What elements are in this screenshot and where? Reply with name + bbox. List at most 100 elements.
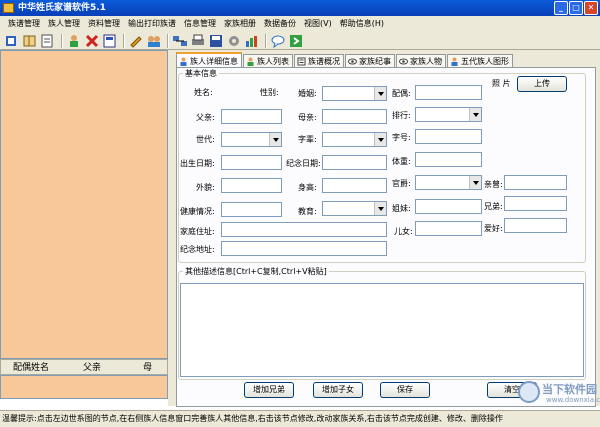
- menu-help[interactable]: 帮助信息(H): [336, 16, 388, 32]
- chevron-down-icon[interactable]: [374, 133, 386, 146]
- settings-icon[interactable]: [226, 34, 242, 48]
- education-label: 教育:: [298, 207, 317, 216]
- tab-member-details[interactable]: 族人详细信息: [176, 52, 242, 68]
- family-tree-panel[interactable]: [0, 50, 168, 359]
- menu-data[interactable]: 资料管理: [84, 16, 124, 32]
- upload-button[interactable]: 上传: [517, 76, 567, 92]
- official-rank-select[interactable]: [415, 175, 482, 190]
- eye-icon: [348, 58, 357, 65]
- health-input[interactable]: [221, 202, 282, 217]
- column-father[interactable]: 父亲: [49, 360, 101, 374]
- add-brother-label: 增加兄弟: [253, 385, 285, 394]
- save-button[interactable]: 保存: [380, 382, 430, 398]
- marriage-select[interactable]: [322, 86, 387, 101]
- add-child-button[interactable]: 增加子女: [313, 382, 363, 398]
- watermark-url: www.downxia.com: [546, 396, 600, 404]
- chevron-down-icon[interactable]: [374, 202, 386, 215]
- maximize-button[interactable]: □: [569, 1, 583, 15]
- brothers-label: 兄弟:: [484, 202, 503, 211]
- menu-backup[interactable]: 数据备份: [260, 16, 300, 32]
- education-select[interactable]: [322, 201, 387, 216]
- people-icon: [247, 57, 254, 66]
- tab-family-figures[interactable]: 家族人物: [396, 54, 446, 68]
- chart-icon: [451, 57, 458, 66]
- menu-info[interactable]: 信息管理: [180, 16, 220, 32]
- group-icon[interactable]: [146, 34, 162, 48]
- tree-icon[interactable]: [4, 34, 20, 48]
- menu-bar: 族谱管理 族人管理 资料管理 输出打印族谱 信息管理 家族相册 数据备份 视图(…: [0, 16, 600, 32]
- chevron-down-icon[interactable]: [374, 87, 386, 100]
- book-icon[interactable]: [22, 34, 38, 48]
- close-button[interactable]: ✕: [584, 1, 598, 15]
- appearance-input[interactable]: [221, 178, 282, 193]
- add-person-icon[interactable]: [66, 34, 82, 48]
- memorial-address-input[interactable]: [221, 241, 387, 256]
- tab-family-chronicle[interactable]: 家族纪事: [345, 54, 395, 68]
- menu-genealogy[interactable]: 族谱管理: [4, 16, 44, 32]
- chevron-down-icon[interactable]: [269, 133, 281, 146]
- other-info-legend: 其他描述信息[Ctrl+C复制,Ctrl+V粘贴]: [185, 267, 327, 276]
- tab-member-list[interactable]: 族人列表: [243, 54, 293, 68]
- home-address-input[interactable]: [221, 222, 387, 237]
- column-spouse-name[interactable]: 配偶姓名: [1, 360, 49, 374]
- home-address-label: 家庭住址:: [180, 227, 215, 236]
- chevron-down-icon[interactable]: [469, 176, 481, 189]
- info-icon[interactable]: [102, 34, 118, 48]
- exit-icon[interactable]: [288, 34, 304, 48]
- hobby-input[interactable]: [504, 218, 567, 233]
- tab-label: 族人详细信息: [190, 56, 238, 66]
- children-input[interactable]: [415, 221, 482, 236]
- father-input[interactable]: [221, 109, 282, 124]
- menu-print[interactable]: 输出打印族谱: [124, 16, 180, 32]
- comment-icon[interactable]: [270, 34, 286, 48]
- add-child-label: 增加子女: [322, 385, 354, 394]
- birth-date-input[interactable]: [221, 155, 282, 170]
- weight-label: 体重:: [392, 157, 411, 166]
- father-label: 父亲:: [196, 113, 215, 122]
- print-icon[interactable]: [190, 34, 206, 48]
- height-input[interactable]: [322, 178, 387, 193]
- eye-icon: [399, 58, 408, 65]
- tab-bar: 族人详细信息 族人列表 族谱概况 家族纪事 家族人物 五代族人图形: [176, 52, 514, 68]
- description-textarea[interactable]: [180, 283, 584, 377]
- network-icon[interactable]: [172, 34, 188, 48]
- left-grid-body[interactable]: [0, 375, 168, 399]
- column-mother[interactable]: 母: [101, 360, 152, 374]
- weight-input[interactable]: [415, 152, 482, 167]
- memorial-date-input[interactable]: [322, 155, 387, 170]
- open-icon[interactable]: [40, 34, 56, 48]
- menu-members[interactable]: 族人管理: [44, 16, 84, 32]
- chevron-down-icon[interactable]: [469, 108, 481, 121]
- tab-label: 家族人物: [410, 57, 442, 66]
- document-icon: [297, 57, 306, 66]
- tab-label: 族谱概况: [308, 57, 340, 66]
- menu-album[interactable]: 家族相册: [220, 16, 260, 32]
- relatives-input[interactable]: [504, 175, 567, 190]
- generation-label: 世代:: [196, 135, 215, 144]
- brothers-input[interactable]: [504, 196, 567, 211]
- edit-icon[interactable]: [128, 34, 144, 48]
- official-rank-label: 官爵:: [392, 179, 411, 188]
- delete-icon[interactable]: [84, 34, 100, 48]
- left-grid-header: 配偶姓名 父亲 母: [0, 359, 168, 375]
- menu-view[interactable]: 视图(V): [300, 16, 336, 32]
- chart-icon[interactable]: [244, 34, 260, 48]
- toolbar-separator: [167, 33, 169, 48]
- save-label: 保存: [397, 385, 413, 394]
- word-generation-select[interactable]: [322, 132, 387, 147]
- save-icon[interactable]: [208, 34, 224, 48]
- sisters-input[interactable]: [415, 199, 482, 214]
- rank-select[interactable]: [415, 107, 482, 122]
- generation-select[interactable]: [221, 132, 282, 147]
- watermark: 当下软件园 www.downxia.com: [518, 381, 600, 407]
- hobby-label: 爱好:: [484, 224, 503, 233]
- tab-genealogy-overview[interactable]: 族谱概况: [294, 54, 344, 68]
- mother-input[interactable]: [322, 109, 387, 124]
- minimize-button[interactable]: _: [554, 1, 568, 15]
- spouse-input[interactable]: [415, 85, 482, 100]
- tab-five-generation-chart[interactable]: 五代族人图形: [447, 54, 513, 68]
- courtesy-name-input[interactable]: [415, 129, 482, 144]
- toolbar-separator: [265, 33, 267, 48]
- add-brother-button[interactable]: 增加兄弟: [244, 382, 294, 398]
- watermark-logo-icon: [518, 381, 540, 403]
